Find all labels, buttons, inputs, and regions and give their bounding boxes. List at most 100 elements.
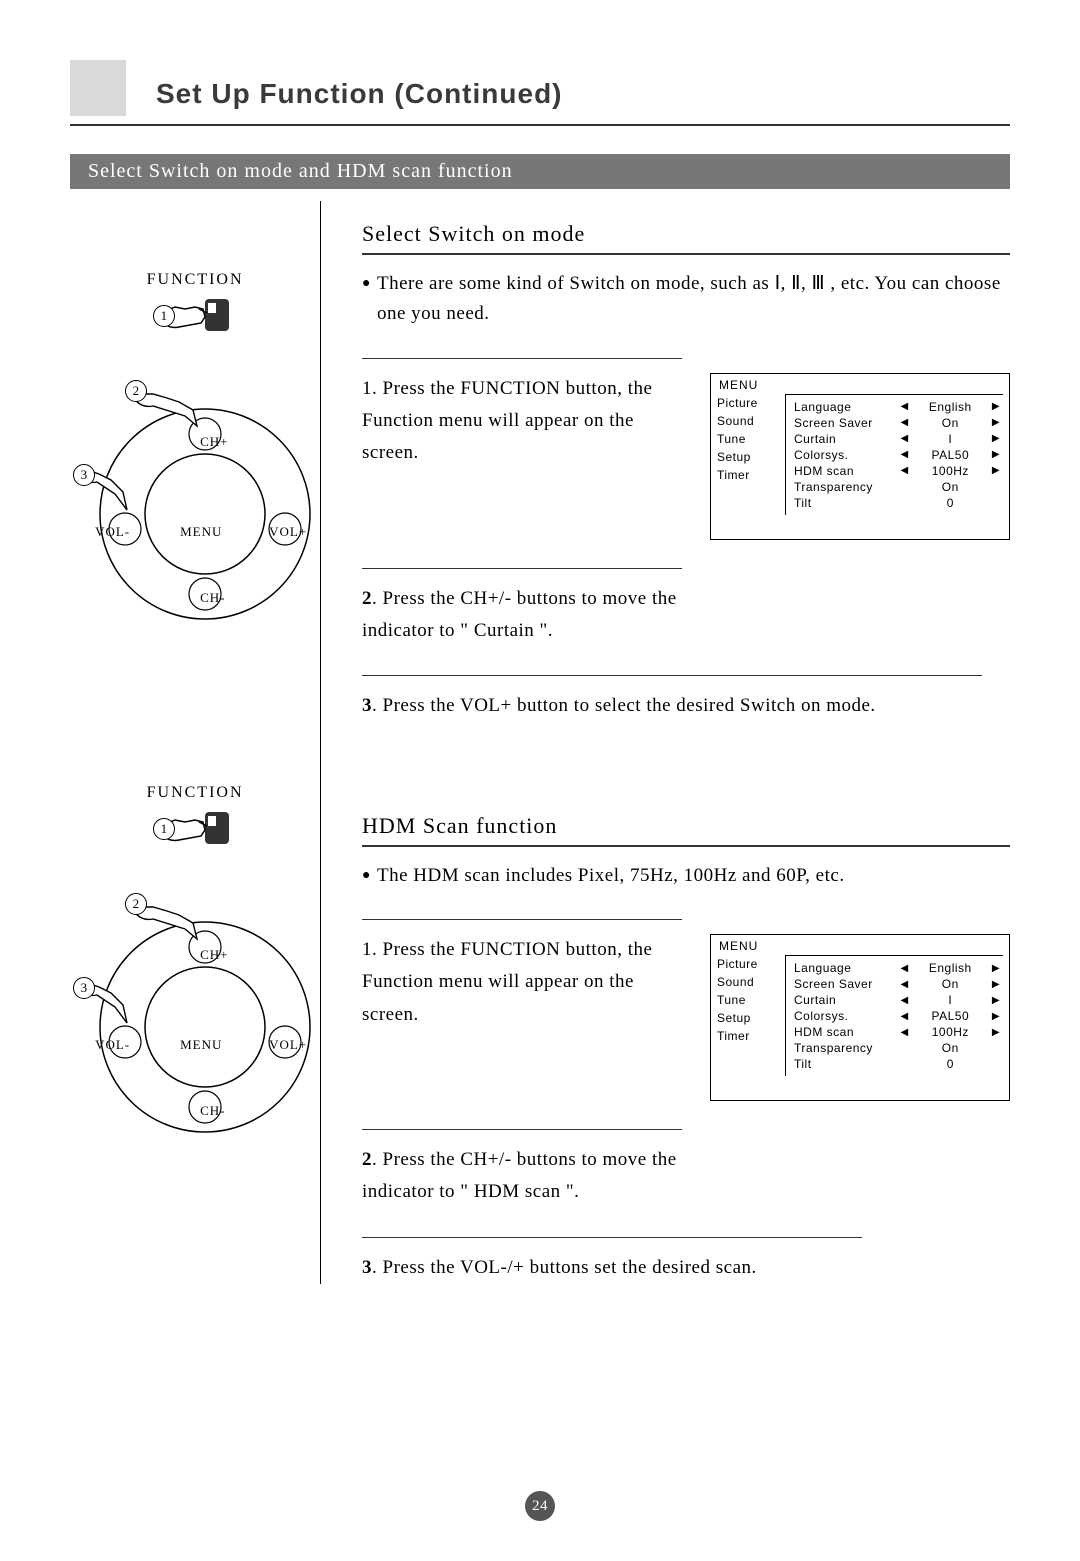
subheading-a: Select Switch on mode xyxy=(362,221,1010,255)
divider-line xyxy=(362,358,682,359)
osd-row: Language◀English▶ xyxy=(792,399,1003,415)
step-b3: 3. Press the VOL-/+ buttons set the desi… xyxy=(362,1252,1010,1284)
osd-menu-left-b: Picture Sound Tune Setup Timer xyxy=(717,955,775,1076)
divider-line xyxy=(362,1237,862,1238)
left-column: FUNCTION 1 xyxy=(70,201,320,1284)
intro-a: ● There are some kind of Switch on mode,… xyxy=(362,269,1010,330)
label-ch-plus-b: CH+ xyxy=(200,947,228,963)
osd-row: Screen Saver◀On▶ xyxy=(792,976,1003,992)
osd-left-item: Setup xyxy=(717,1009,775,1027)
step-a2: 2. Press the CH+/- buttons to move the i… xyxy=(362,583,682,648)
function-label: FUNCTION xyxy=(70,271,320,289)
osd-row: TransparencyOn xyxy=(792,1040,1003,1056)
right-arrow-icon: ▶ xyxy=(991,449,1001,460)
intro-b-text: The HDM scan includes Pixel, 75Hz, 100Hz… xyxy=(377,861,845,891)
function-hand-icon-b: 1 xyxy=(155,806,235,852)
step-badge-1: 1 xyxy=(153,305,175,327)
osd-row: TransparencyOn xyxy=(792,479,1003,495)
left-arrow-icon: ◀ xyxy=(900,465,910,476)
step-b2: 2. Press the CH+/- buttons to move the i… xyxy=(362,1144,682,1209)
osd-menu-box: MENU Picture Sound Tune Setup Timer Lang… xyxy=(710,373,1010,540)
osd-left-item: Setup xyxy=(717,448,775,466)
osd-menu-right: Language◀English▶ Screen Saver◀On▶ Curta… xyxy=(785,394,1003,515)
step-b1: 1. Press the FUNCTION button, the Functi… xyxy=(362,934,682,1031)
osd-left-item: Picture xyxy=(717,394,775,412)
step-num: 3 xyxy=(362,1257,372,1278)
function-hand-icon: 1 xyxy=(155,293,235,339)
step-a1: 1. Press the FUNCTION button, the Functi… xyxy=(362,373,682,470)
header-square xyxy=(70,60,126,116)
label-ch-minus: CH- xyxy=(200,590,225,606)
osd-row: HDM scan◀100Hz▶ xyxy=(792,463,1003,479)
left-arrow-icon: ◀ xyxy=(900,433,910,444)
label-ch-minus-b: CH- xyxy=(200,1103,225,1119)
step-row-b1: 1. Press the FUNCTION button, the Functi… xyxy=(362,934,1010,1101)
left-arrow-icon: ◀ xyxy=(900,1027,910,1038)
osd-row: Curtain◀I▶ xyxy=(792,992,1003,1008)
right-arrow-icon: ▶ xyxy=(991,1011,1001,1022)
disc-icon-b xyxy=(75,897,315,1137)
osd-left-item: Sound xyxy=(717,973,775,991)
left-arrow-icon: ◀ xyxy=(900,449,910,460)
left-arrow-icon: ◀ xyxy=(900,1011,910,1022)
osd-row: Language◀English▶ xyxy=(792,960,1003,976)
bullet-icon: ● xyxy=(362,273,371,334)
right-column: Select Switch on mode ● There are some k… xyxy=(338,201,1010,1284)
step-num: 3 xyxy=(362,695,372,716)
right-arrow-icon: ▶ xyxy=(991,979,1001,990)
divider-line xyxy=(362,568,682,569)
osd-left-item: Timer xyxy=(717,466,775,484)
label-vol-minus: VOL- xyxy=(95,524,130,540)
step-badge-3: 3 xyxy=(73,464,95,486)
step-badge-3b: 3 xyxy=(73,977,95,999)
osd-left-item: Timer xyxy=(717,1027,775,1045)
osd-menu-left: Picture Sound Tune Setup Timer xyxy=(717,394,775,515)
divider-line xyxy=(362,675,982,676)
divider-line xyxy=(362,1129,682,1130)
page-title: Set Up Function (Continued) xyxy=(156,78,563,116)
osd-menu-header-b: MENU xyxy=(717,939,1003,953)
step-num: 2 xyxy=(362,588,372,609)
disc-control: 2 3 CH+ CH- VOL- VOL+ MENU xyxy=(75,384,315,624)
right-arrow-icon: ▶ xyxy=(991,401,1001,412)
osd-left-item: Tune xyxy=(717,430,775,448)
step-num: 2 xyxy=(362,1149,372,1170)
label-vol-minus-b: VOL- xyxy=(95,1037,130,1053)
osd-left-item: Picture xyxy=(717,955,775,973)
disc-control-b: 2 3 CH+ CH- VOL- VOL+ MENU xyxy=(75,897,315,1137)
left-arrow-icon: ◀ xyxy=(900,995,910,1006)
bullet-icon: ● xyxy=(362,865,371,895)
step-badge-2b: 2 xyxy=(125,893,147,915)
vertical-divider xyxy=(320,201,338,1284)
function-icon-group-b: FUNCTION 1 xyxy=(70,784,320,857)
osd-menu-box-b: MENU Picture Sound Tune Setup Timer Lang… xyxy=(710,934,1010,1101)
osd-left-item: Tune xyxy=(717,991,775,1009)
right-arrow-icon: ▶ xyxy=(991,465,1001,476)
step-a3: 3. Press the VOL+ button to select the d… xyxy=(362,690,1010,722)
left-arrow-icon: ◀ xyxy=(900,979,910,990)
intro-b: ● The HDM scan includes Pixel, 75Hz, 100… xyxy=(362,861,1010,891)
right-arrow-icon: ▶ xyxy=(991,433,1001,444)
osd-row: Tilt0 xyxy=(792,495,1003,511)
osd-menu-right-b: Language◀English▶ Screen Saver◀On▶ Curta… xyxy=(785,955,1003,1076)
step-row-a1: 1. Press the FUNCTION button, the Functi… xyxy=(362,373,1010,540)
osd-row: Curtain◀I▶ xyxy=(792,431,1003,447)
content-row: FUNCTION 1 xyxy=(70,201,1010,1284)
osd-row: Tilt0 xyxy=(792,1056,1003,1072)
osd-left-item: Sound xyxy=(717,412,775,430)
osd-row: Screen Saver◀On▶ xyxy=(792,415,1003,431)
left-arrow-icon: ◀ xyxy=(900,401,910,412)
left-arrow-icon: ◀ xyxy=(900,417,910,428)
label-menu: MENU xyxy=(180,524,222,540)
disc-icon xyxy=(75,384,315,624)
left-arrow-icon: ◀ xyxy=(900,963,910,974)
right-arrow-icon: ▶ xyxy=(991,963,1001,974)
title-underline xyxy=(70,124,1010,126)
step-badge-2: 2 xyxy=(125,380,147,402)
function-icon-group: FUNCTION 1 xyxy=(70,271,320,344)
step-badge-1b: 1 xyxy=(153,818,175,840)
right-arrow-icon: ▶ xyxy=(991,995,1001,1006)
intro-a-text: There are some kind of Switch on mode, s… xyxy=(377,269,1010,330)
page-header: Set Up Function (Continued) xyxy=(70,60,1010,116)
section-bar: Select Switch on mode and HDM scan funct… xyxy=(70,154,1010,189)
